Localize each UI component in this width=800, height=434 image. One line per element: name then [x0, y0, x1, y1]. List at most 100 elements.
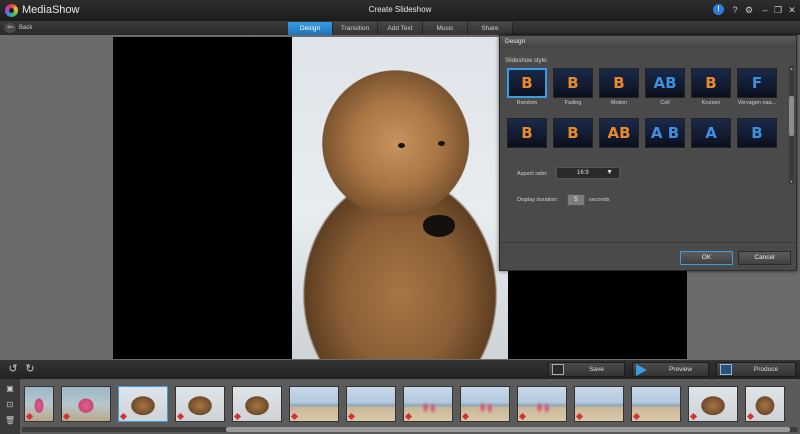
filmstrip-scrollbar[interactable] [22, 427, 798, 432]
tab-transition[interactable]: Transition [333, 22, 378, 35]
filmstrip-clip[interactable] [289, 386, 339, 422]
filmstrip-clip[interactable] [631, 386, 681, 422]
filmstrip-tools: ▣ ⊡ 🗑 [0, 379, 20, 434]
style-grid: B Random B Fading B Motion AB Cell B Kruisen F Verv… [507, 68, 787, 186]
clip-marker-icon [233, 412, 242, 421]
style-option[interactable]: B Motion [599, 68, 639, 110]
title-bar: MediaShow Create Slideshow ! ? ⚙ – ❐ ✕ [0, 0, 800, 21]
clip-marker-icon [119, 412, 128, 421]
filmstrip-scroll-thumb[interactable] [226, 427, 790, 432]
cancel-button[interactable]: Cancel [738, 251, 791, 265]
preview-button[interactable]: Preview [632, 362, 709, 377]
dog-left-eye [398, 143, 405, 148]
style-thumbnail: AB [645, 68, 685, 98]
add-photo-icon[interactable]: ▣ [5, 384, 15, 393]
style-thumbnail: AB [599, 118, 639, 148]
filmstrip-clip[interactable] [688, 386, 738, 422]
aspect-ratio-value: 16:9 [577, 170, 589, 176]
filmstrip-clip[interactable] [175, 386, 225, 422]
filmstrip-clip[interactable] [61, 386, 111, 422]
filmstrip-clip[interactable] [517, 386, 567, 422]
minimize-button[interactable]: – [758, 3, 772, 17]
clip-marker-icon [176, 412, 185, 421]
style-option[interactable]: AB [599, 118, 639, 160]
step-tabs: Design Transition Add Text Music Share [288, 22, 513, 35]
window-title: Create Slideshow [368, 5, 432, 14]
style-thumbnail: F [737, 68, 777, 98]
settings-gear-icon[interactable]: ⚙ [742, 3, 756, 17]
filmstrip-clip[interactable] [232, 386, 282, 422]
clip-marker-icon [689, 412, 698, 421]
help-button[interactable]: ? [728, 3, 742, 17]
style-option[interactable]: B [507, 118, 547, 160]
rotate-left-icon[interactable]: ↺ [7, 363, 19, 375]
design-dialog: Design Slideshow style: B Random B Fading B M… [499, 35, 797, 271]
back-label: Back [19, 25, 33, 31]
clip-marker-icon [404, 412, 413, 421]
preview-photo-dog [292, 37, 508, 359]
style-option[interactable]: B [737, 118, 777, 160]
aspect-ratio-select[interactable]: 16:9 ▼ [556, 167, 620, 179]
style-option[interactable]: B Kruisen [691, 68, 731, 110]
tab-share[interactable]: Share [468, 22, 513, 35]
preview-label: Preview [668, 366, 693, 373]
seconds-label: seconds [589, 197, 610, 203]
style-option[interactable]: A [691, 118, 731, 160]
style-option[interactable]: B [553, 118, 593, 160]
dog-nose [423, 215, 455, 237]
style-option[interactable]: B Random [507, 68, 547, 110]
tab-music[interactable]: Music [423, 22, 468, 35]
update-button[interactable]: ! [712, 3, 726, 17]
style-thumbnail: B [691, 68, 731, 98]
produce-button[interactable]: Produce [716, 362, 796, 377]
style-thumbnail: B [553, 68, 593, 98]
close-button[interactable]: ✕ [785, 3, 799, 17]
clip-marker-icon [25, 412, 34, 421]
display-duration-input[interactable]: 5 [567, 194, 585, 206]
chevron-down-icon: ▼ [606, 169, 613, 176]
style-name: Random [516, 100, 538, 106]
style-option[interactable]: A B [645, 118, 685, 160]
style-option[interactable]: B Fading [553, 68, 593, 110]
style-option[interactable]: AB Cell [645, 68, 685, 110]
rotate-right-icon[interactable]: ↻ [24, 363, 36, 375]
save-label: Save [589, 366, 604, 373]
filmstrip-clip[interactable] [24, 386, 54, 422]
style-scrollbar[interactable]: ▲ ▼ [789, 66, 794, 184]
scroll-thumb[interactable] [789, 96, 794, 136]
app-name: MediaShow [22, 4, 80, 16]
style-name: Kruisen [701, 100, 721, 106]
save-button[interactable]: Save [548, 362, 625, 377]
style-thumbnail: B [507, 118, 547, 148]
filmstrip-clip[interactable] [118, 386, 168, 422]
filmstrip-clip[interactable] [346, 386, 396, 422]
back-button[interactable]: ⇦ Back [4, 22, 32, 34]
tab-design[interactable]: Design [288, 22, 333, 35]
style-option[interactable]: F Vervagen naa... [737, 68, 777, 110]
scroll-up-icon[interactable]: ▲ [789, 66, 794, 71]
mediashow-logo-icon [5, 4, 18, 17]
style-thumbnail: A [691, 118, 731, 148]
aspect-ratio-label: Aspect ratio: [517, 171, 548, 177]
filmstrip-clip[interactable] [460, 386, 510, 422]
clip-marker-icon [518, 412, 527, 421]
style-thumbnail: B [737, 118, 777, 148]
filmstrip: ▣ ⊡ 🗑 [0, 379, 800, 434]
filmstrip-clip[interactable] [745, 386, 785, 422]
dog-right-eye [438, 141, 445, 146]
dialog-title: Design [500, 36, 796, 48]
style-thumbnail: B [553, 118, 593, 148]
display-duration-label: Display duration: [517, 197, 558, 203]
scroll-down-icon[interactable]: ▼ [789, 179, 794, 184]
clip-marker-icon [347, 412, 356, 421]
filmstrip-clip[interactable] [403, 386, 453, 422]
filmstrip-clip[interactable] [574, 386, 624, 422]
tab-add-text[interactable]: Add Text [378, 22, 423, 35]
trash-icon[interactable]: 🗑 [5, 416, 15, 425]
restore-button[interactable]: ❐ [771, 3, 785, 17]
clip-marker-icon [461, 412, 470, 421]
ok-button[interactable]: OK [680, 251, 733, 265]
style-name: Cell [660, 100, 670, 106]
select-all-icon[interactable]: ⊡ [5, 400, 15, 409]
style-name: Vervagen naa... [737, 100, 777, 106]
